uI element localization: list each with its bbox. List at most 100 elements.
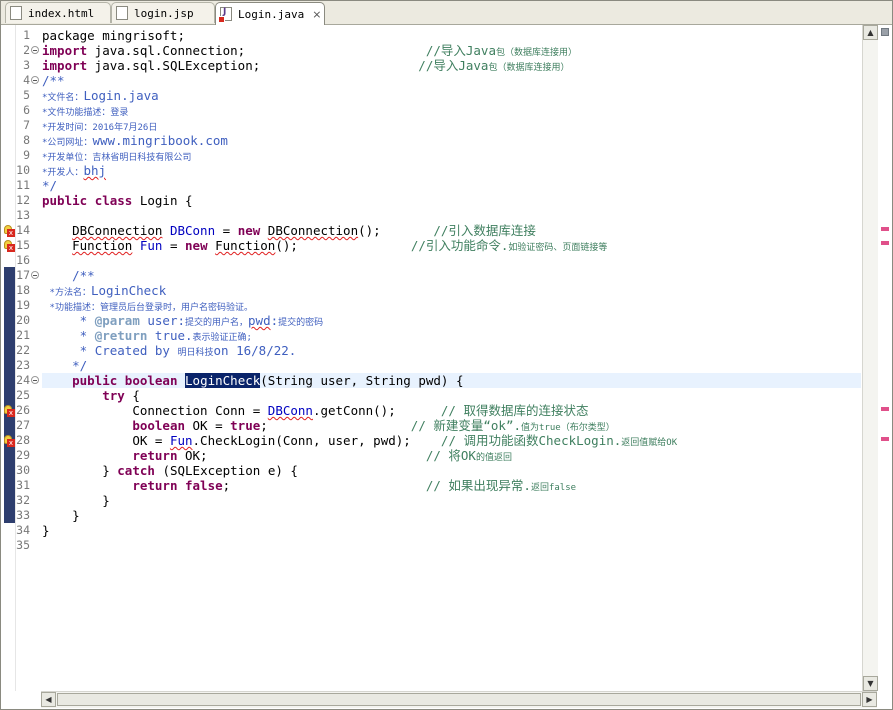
- code-line-29: return OK; // 将OK的值返回: [132, 448, 512, 463]
- code-line-4: /**: [42, 73, 65, 88]
- code-line-32: }: [102, 493, 110, 508]
- code-line-6: *文件功能描述：登录: [42, 108, 129, 118]
- line-number: 28: [16, 433, 30, 447]
- code-line-5: *文件名：Login.java: [42, 88, 159, 103]
- fold-toggle-icon[interactable]: [31, 376, 39, 384]
- quickfix-error-icon[interactable]: x: [3, 225, 15, 237]
- code-line-7: *开发时间：2016年7月26日: [42, 123, 158, 133]
- line-number: 14: [16, 223, 30, 237]
- close-icon[interactable]: ⨯: [312, 8, 321, 21]
- line-number: 10: [16, 163, 30, 177]
- code-line-21: * @return true.表示验证正确;: [79, 328, 252, 343]
- code-line-23: */: [72, 358, 88, 373]
- error-marker[interactable]: [881, 227, 889, 231]
- scroll-right-icon[interactable]: ▶: [862, 692, 877, 707]
- line-number: 11: [16, 178, 30, 192]
- line-number: 23: [16, 358, 30, 372]
- vertical-scrollbar[interactable]: ▲ ▼: [862, 25, 878, 691]
- line-number: 32: [16, 493, 30, 507]
- tab-index-html[interactable]: index.html: [5, 2, 111, 23]
- tab-login-java[interactable]: Login.java ⨯: [215, 2, 325, 25]
- tab-login-jsp[interactable]: login.jsp: [111, 2, 215, 23]
- line-number: 35: [16, 538, 30, 552]
- code-text-area[interactable]: package mingrisoft; import java.sql.Conn…: [42, 25, 861, 691]
- code-line-17: /**: [72, 268, 95, 283]
- editor-tab-bar: index.html login.jsp Login.java ⨯: [1, 1, 892, 25]
- code-line-3: import java.sql.SQLException; //导入Java包（…: [42, 58, 570, 73]
- line-number: 8: [23, 133, 30, 147]
- code-line-25: try {: [102, 388, 140, 403]
- code-line-14: DBConnection DBConn = new DBConnection()…: [72, 223, 536, 238]
- code-line-18: *方法名：LoginCheck: [49, 283, 167, 298]
- line-number: 1: [23, 28, 30, 42]
- quickfix-error-icon[interactable]: x: [3, 405, 15, 417]
- code-editor[interactable]: x x x x 1 2 3 4 5 6 7 8 9 10 11 12 13 14…: [1, 25, 892, 691]
- line-number: 9: [23, 148, 30, 162]
- line-number: 18: [16, 283, 30, 297]
- code-line-33: }: [72, 508, 80, 523]
- line-number: 21: [16, 328, 30, 342]
- error-marker[interactable]: [881, 437, 889, 441]
- horizontal-scrollbar[interactable]: ◀ ▶: [41, 691, 877, 708]
- annotation-ruler: x x x x: [1, 25, 16, 691]
- code-line-8: *公司网址：www.mingribook.com: [42, 133, 228, 148]
- code-line-15: Function Fun = new Function(); //引入功能命令.…: [72, 238, 608, 253]
- code-line-10: *开发人：bhj: [42, 163, 107, 178]
- line-number: 33: [16, 508, 30, 522]
- code-line-24: public boolean LoginCheck(String user, S…: [42, 373, 861, 388]
- code-line-9: *开发单位：吉林省明日科技有限公司: [42, 153, 192, 163]
- line-number: 4: [23, 73, 30, 87]
- line-number: 13: [16, 208, 30, 222]
- editor-window: index.html login.jsp Login.java ⨯ x x x …: [0, 0, 893, 710]
- line-number: 15: [16, 238, 30, 252]
- line-number: 16: [16, 253, 30, 267]
- tab-label: index.html: [28, 6, 95, 20]
- line-number: 20: [16, 313, 30, 327]
- line-number: 29: [16, 448, 30, 462]
- code-line-27: boolean OK = true; // 新建变量“ok”.值为true（布尔…: [132, 418, 615, 433]
- quickfix-error-icon[interactable]: x: [3, 240, 15, 252]
- tab-label: login.jsp: [134, 6, 194, 20]
- error-marker[interactable]: [881, 407, 889, 411]
- code-line-11: */: [42, 178, 58, 193]
- line-number: 22: [16, 343, 30, 357]
- fold-toggle-icon[interactable]: [31, 76, 39, 84]
- code-line-19: *功能描述：管理员后台登录时，用户名密码验证。: [49, 303, 253, 313]
- line-number: 3: [23, 58, 30, 72]
- line-number: 27: [16, 418, 30, 432]
- jsp-file-icon: [116, 6, 128, 20]
- quickfix-error-icon[interactable]: x: [3, 435, 15, 447]
- line-number: 25: [16, 388, 30, 402]
- code-line-31: return false; // 如果出现异常.返回false: [132, 478, 577, 493]
- fold-toggle-icon[interactable]: [31, 271, 39, 279]
- overview-ruler: [878, 25, 892, 691]
- code-line-28: OK = Fun.CheckLogin(Conn, user, pwd); //…: [132, 433, 678, 448]
- line-number: 19: [16, 298, 30, 312]
- line-number: 2: [23, 43, 30, 57]
- horizontal-scroll-thumb[interactable]: [57, 693, 861, 706]
- error-summary-icon[interactable]: [881, 28, 889, 36]
- line-number: 24: [16, 373, 30, 387]
- code-line-30: } catch (SQLException e) {: [102, 463, 298, 478]
- code-line-12: public class Login {: [42, 193, 193, 208]
- line-number: 31: [16, 478, 30, 492]
- code-line-2: import java.sql.Connection; //导入Java包（数据…: [42, 43, 577, 58]
- code-line-22: * Created by 明日科技on 16/8/22.: [79, 343, 297, 358]
- line-number: 7: [23, 118, 30, 132]
- html-file-icon: [10, 6, 22, 20]
- line-number: 6: [23, 103, 30, 117]
- line-number: 26: [16, 403, 30, 417]
- line-number: 34: [16, 523, 30, 537]
- scroll-up-icon[interactable]: ▲: [863, 25, 878, 40]
- error-marker[interactable]: [881, 241, 889, 245]
- line-number: 5: [23, 88, 30, 102]
- scroll-down-icon[interactable]: ▼: [863, 676, 878, 691]
- code-line-1: package mingrisoft;: [42, 28, 185, 43]
- line-number: 17: [16, 268, 30, 282]
- line-number: 30: [16, 463, 30, 477]
- scroll-left-icon[interactable]: ◀: [41, 692, 56, 707]
- fold-toggle-icon[interactable]: [31, 46, 39, 54]
- tab-label: Login.java: [238, 7, 305, 21]
- code-line-26: Connection Conn = DBConn.getConn(); // 取…: [132, 403, 589, 418]
- code-line-34: }: [42, 523, 50, 538]
